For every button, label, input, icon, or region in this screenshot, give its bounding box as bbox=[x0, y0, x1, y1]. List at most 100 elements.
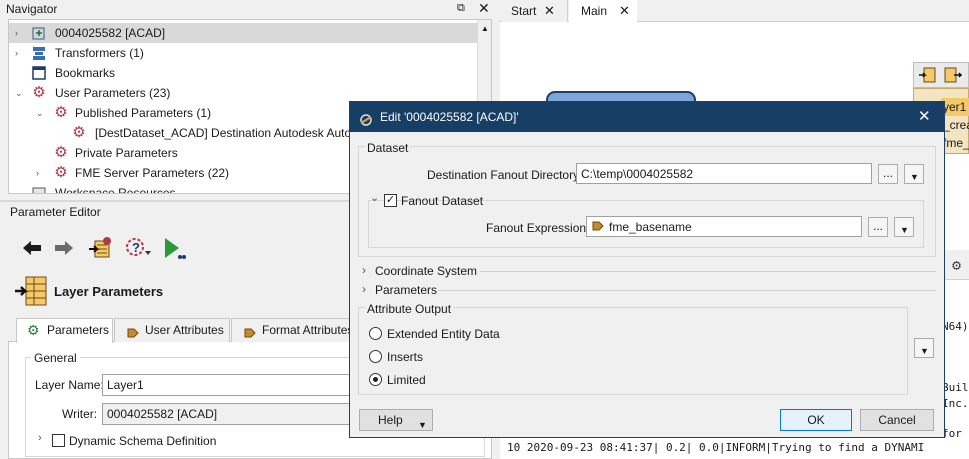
tree-item-label: Bookmarks bbox=[55, 66, 116, 80]
back-arrow-icon[interactable] bbox=[20, 237, 44, 259]
writer-icon[interactable] bbox=[918, 66, 936, 87]
forward-arrow-icon[interactable] bbox=[52, 237, 76, 259]
dynamic-schema-checkbox[interactable] bbox=[52, 434, 65, 447]
tree-item-user-parameters[interactable]: ⌄ ⚙ User Parameters (23) bbox=[9, 83, 477, 103]
parameters-section[interactable]: Parameters bbox=[375, 283, 437, 297]
log-text: N64) bbox=[942, 320, 969, 333]
attribute-icon bbox=[127, 324, 139, 346]
fanout-expr-menu-button[interactable]: ▼ bbox=[894, 217, 914, 237]
layer-name-label: Layer Name: bbox=[35, 378, 104, 392]
tree-item-label: 0004025582 [ACAD] bbox=[55, 26, 166, 40]
chevron-right-icon[interactable]: › bbox=[362, 282, 366, 296]
tree-item-transformers[interactable]: › Transformers (1) bbox=[9, 43, 477, 63]
coord-system-section[interactable]: Coordinate System bbox=[375, 264, 477, 278]
radio-extended-entity-data[interactable] bbox=[369, 327, 382, 340]
close-dialog-icon[interactable]: ✕ bbox=[918, 102, 931, 132]
edit-dataset-dialog: Edit '0004025582 [ACAD]' ✕ Dataset Desti… bbox=[349, 101, 945, 438]
chevron-down-icon[interactable]: ⌄ bbox=[36, 109, 44, 118]
cancel-button[interactable]: Cancel bbox=[860, 409, 934, 431]
chevron-right-icon[interactable]: › bbox=[38, 432, 42, 444]
triangle-down-icon: ▼ bbox=[910, 172, 919, 182]
close-tab-icon[interactable]: ✕ bbox=[544, 0, 555, 22]
chevron-right-icon[interactable]: › bbox=[15, 29, 23, 38]
attribute-name: fme_b bbox=[943, 136, 969, 150]
tab-user-attributes[interactable]: User Attributes bbox=[114, 318, 230, 342]
chevron-down-icon[interactable]: ⌄ bbox=[370, 191, 379, 204]
gear-icon: ⚙ bbox=[54, 164, 68, 181]
tab-parameters[interactable]: ⚙ Parameters bbox=[16, 318, 113, 343]
transformers-icon bbox=[31, 45, 47, 61]
gear-icon[interactable]: ⚙ bbox=[952, 256, 961, 274]
tab-label: Start bbox=[511, 4, 537, 18]
divider bbox=[480, 271, 936, 272]
fanout-expr-label: Fanout Expression: bbox=[486, 221, 590, 235]
triangle-down-icon: ▼ bbox=[418, 420, 427, 430]
writer-select[interactable]: 0004025582 [ACAD] bbox=[102, 403, 352, 425]
attribute-output-group bbox=[358, 307, 908, 395]
reader-icon[interactable] bbox=[944, 66, 963, 87]
attribute-output-label: Attribute Output bbox=[365, 302, 454, 316]
option-label: Extended Entity Data bbox=[387, 327, 500, 341]
attribute-output-menu-button[interactable]: ▼ bbox=[914, 338, 934, 358]
divider bbox=[438, 290, 936, 291]
gear-icon: ⚙ bbox=[32, 84, 46, 101]
dest-dir-input[interactable]: C:\temp\0004025582 bbox=[576, 163, 872, 184]
gear-icon: ⚙ bbox=[72, 124, 86, 141]
tree-item-label: Published Parameters (1) bbox=[75, 106, 212, 120]
tree-item-dataset[interactable]: › 0004025582 [ACAD] bbox=[9, 23, 477, 43]
help-button[interactable]: Help ▼ bbox=[359, 409, 433, 431]
help-parameters-icon[interactable]: ? bbox=[122, 235, 152, 261]
dynamic-schema-label: Dynamic Schema Definition bbox=[69, 434, 217, 448]
run-to-here-icon[interactable] bbox=[160, 235, 186, 261]
chevron-down-icon[interactable]: ⌄ bbox=[15, 89, 23, 98]
tab-format-attributes[interactable]: Format Attributes bbox=[231, 318, 355, 342]
fanout-dataset-label: Fanout Dataset bbox=[401, 194, 484, 208]
tab-label: Format Attributes bbox=[262, 323, 354, 337]
layer-parameters-heading: Layer Parameters bbox=[54, 284, 164, 299]
triangle-down-icon: ▼ bbox=[920, 346, 929, 356]
tree-item-label: [DestDataset_ACAD] Destination Autodesk … bbox=[95, 126, 360, 140]
tab-start[interactable]: Start ✕ bbox=[502, 0, 568, 22]
fanout-dataset-checkbox[interactable]: ✓ bbox=[384, 194, 397, 207]
scroll-up-icon[interactable]: ▲ bbox=[481, 24, 489, 33]
general-group-label: General bbox=[31, 351, 80, 365]
log-text: Build bbox=[942, 381, 969, 394]
fanout-expr-edit-button[interactable]: ... bbox=[868, 217, 888, 237]
tab-label: User Attributes bbox=[145, 323, 224, 337]
option-label: Inserts bbox=[387, 350, 424, 364]
dialog-titlebar: Edit '0004025582 [ACAD]' ✕ bbox=[350, 102, 944, 132]
svg-text:?: ? bbox=[132, 240, 140, 255]
chevron-right-icon[interactable]: › bbox=[15, 49, 23, 58]
radio-limited[interactable] bbox=[369, 373, 382, 386]
writer-node-toolbar bbox=[913, 62, 969, 88]
apply-parameters-icon[interactable] bbox=[87, 235, 113, 261]
option-label: Limited bbox=[387, 373, 426, 387]
close-tab-icon[interactable]: ✕ bbox=[619, 0, 630, 22]
dest-dir-menu-button[interactable]: ▼ bbox=[904, 164, 924, 184]
layer-parameters-icon bbox=[14, 275, 48, 307]
tree-item-label: FME Server Parameters (22) bbox=[75, 166, 230, 180]
gear-icon: ⚙ bbox=[27, 322, 40, 338]
ok-button[interactable]: OK bbox=[780, 409, 852, 431]
ok-label: OK bbox=[807, 413, 825, 427]
attribute-name: _crea bbox=[943, 118, 969, 132]
chevron-right-icon[interactable]: › bbox=[362, 263, 366, 277]
bookmark-icon bbox=[31, 65, 47, 81]
layer-name-input[interactable]: Layer1 bbox=[102, 374, 352, 396]
tab-main[interactable]: Main ✕ bbox=[569, 0, 637, 22]
tree-item-bookmarks[interactable]: Bookmarks bbox=[9, 63, 477, 83]
feature-type-name: yer1 bbox=[941, 98, 969, 116]
writer-value: 0004025582 [ACAD] bbox=[107, 407, 218, 421]
parameter-editor-title-text: Parameter Editor bbox=[10, 205, 101, 219]
float-panel-icon[interactable]: ⧉ bbox=[457, 2, 465, 15]
fanout-expr-value: fme_basename bbox=[609, 220, 692, 234]
close-panel-icon[interactable]: ✕ bbox=[478, 0, 490, 17]
dest-dir-label: Destination Fanout Directory: bbox=[427, 168, 583, 182]
log-text: Inc. bbox=[942, 397, 969, 410]
fanout-expr-input[interactable]: fme_basename bbox=[586, 216, 862, 237]
radio-inserts[interactable] bbox=[369, 350, 382, 363]
attribute-icon bbox=[244, 324, 256, 346]
browse-dest-dir-button[interactable]: ... bbox=[878, 164, 898, 184]
attribute-icon bbox=[592, 220, 604, 236]
chevron-right-icon[interactable]: › bbox=[36, 169, 44, 178]
